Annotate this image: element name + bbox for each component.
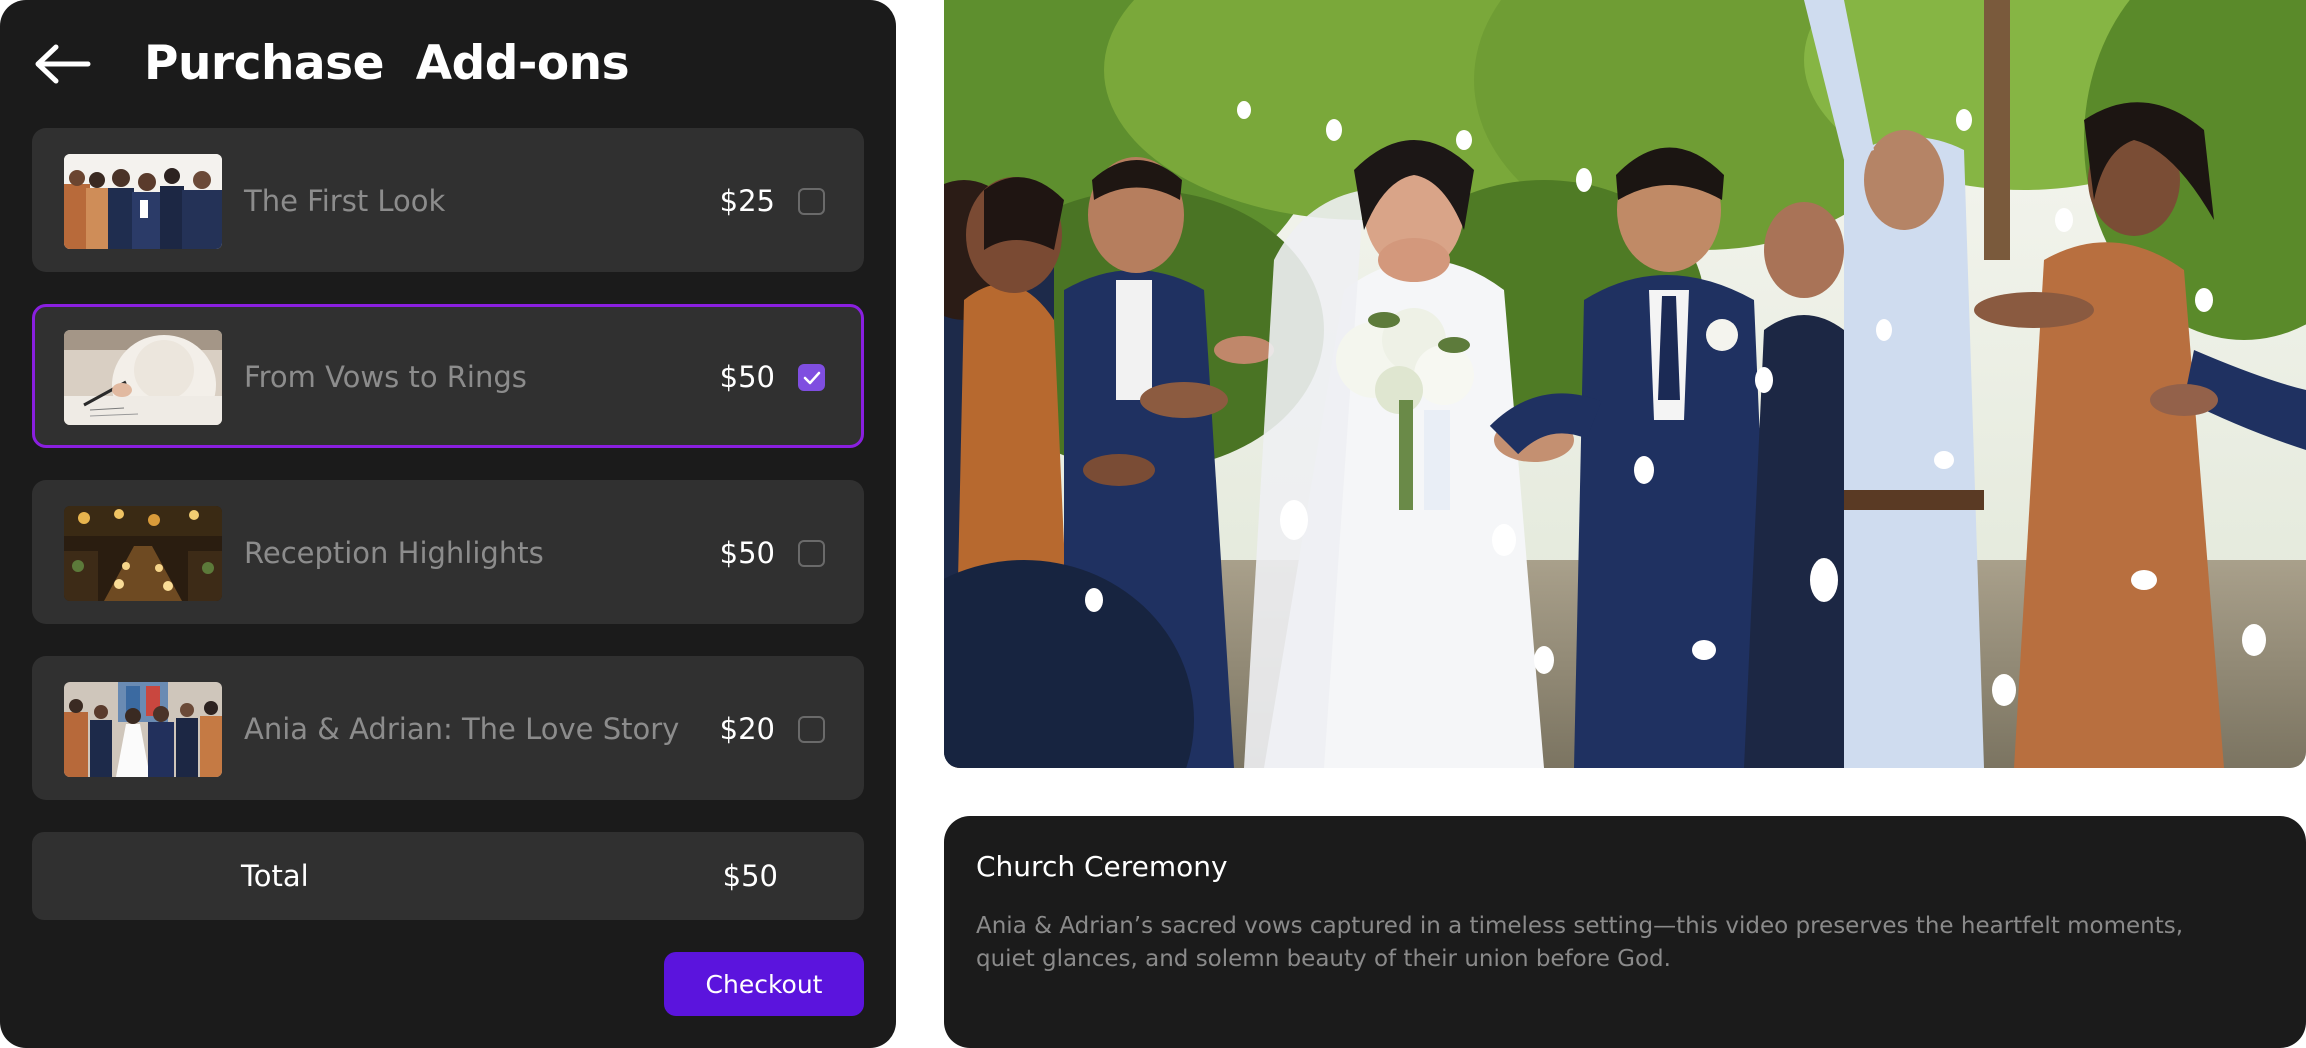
addon-thumbnail: [64, 506, 222, 601]
back-button[interactable]: [30, 38, 94, 90]
total-row: Total $50: [32, 832, 864, 920]
video-description: Ania & Adrian’s sacred vows captured in …: [976, 913, 2184, 972]
total-label: Total: [241, 859, 309, 893]
addon-checkbox[interactable]: [798, 188, 825, 215]
addon-thumbnail: [64, 154, 222, 249]
addon-price: $20: [719, 712, 775, 746]
addon-checkbox[interactable]: [798, 716, 825, 743]
addon-item-reception-highlights[interactable]: Reception Highlights $50: [32, 480, 864, 624]
addon-item-first-look[interactable]: The First Look $25: [32, 128, 864, 272]
addon-checkbox[interactable]: [798, 540, 825, 567]
arrow-left-icon: [35, 44, 91, 84]
app-root: Purchase Add-ons The First Look $25 From…: [0, 0, 2306, 1048]
video-title: Church Ceremony: [976, 850, 1228, 883]
addon-checkbox-checked[interactable]: [798, 364, 825, 391]
addon-name: From Vows to Rings: [244, 360, 527, 394]
addon-price: $50: [719, 360, 775, 394]
checkout-button[interactable]: Checkout: [664, 952, 864, 1016]
checkmark-icon: [803, 371, 820, 384]
addon-item-vows-to-rings[interactable]: From Vows to Rings $50: [32, 304, 864, 448]
video-preview-image[interactable]: [944, 0, 2306, 768]
total-value: $50: [722, 859, 778, 893]
video-info-card: Church Ceremony Ania & Adrian’s sacred v…: [944, 816, 2306, 1048]
addon-price: $25: [719, 184, 775, 218]
addon-item-love-story[interactable]: Ania & Adrian: The Love Story $20: [32, 656, 864, 800]
addons-panel: Purchase Add-ons The First Look $25 From…: [0, 0, 896, 1048]
page-title: Purchase Add-ons: [144, 36, 630, 91]
addon-thumbnail: [64, 682, 222, 777]
addon-name: The First Look: [244, 184, 446, 218]
addon-name: Reception Highlights: [244, 536, 544, 570]
addon-thumbnail: [64, 330, 222, 425]
addon-price: $50: [719, 536, 775, 570]
addon-name: Ania & Adrian: The Love Story: [244, 712, 680, 746]
